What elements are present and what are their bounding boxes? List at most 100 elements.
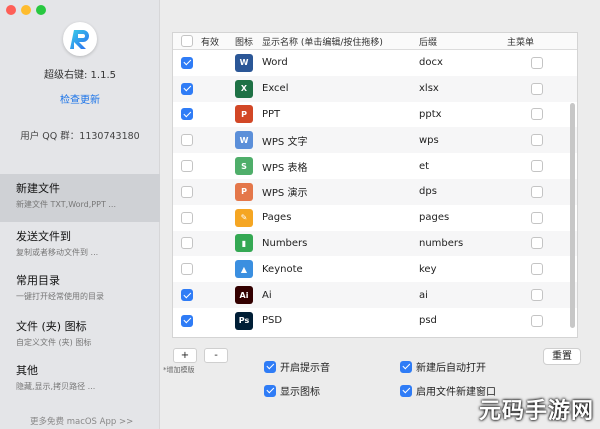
nav-item-common-dirs[interactable]: 常用目录 一键打开经常使用的目录 — [0, 266, 160, 314]
row-name[interactable]: Pages — [259, 212, 419, 223]
row-main-menu-cell — [507, 185, 567, 198]
window-controls — [6, 5, 46, 15]
table-scrollbar[interactable] — [570, 103, 575, 328]
remove-template-button[interactable]: - — [204, 348, 228, 363]
option-auto-open-checkbox[interactable] — [400, 360, 412, 373]
nav-item-folder-icon[interactable]: 文件 (夹) 图标 自定义文件 (夹) 图标 — [0, 312, 160, 360]
row-main-menu-cell — [507, 263, 567, 276]
option-auto-open[interactable]: 新建后自动打开 — [400, 359, 486, 374]
row-main-menu-checkbox[interactable] — [531, 211, 543, 224]
row-enabled-checkbox[interactable] — [181, 82, 193, 95]
option-sound[interactable]: 开启提示音 — [264, 359, 330, 374]
row-name[interactable]: Ai — [259, 290, 419, 301]
row-main-menu-cell — [507, 108, 567, 121]
row-enabled-cell — [173, 82, 201, 95]
row-name[interactable]: Numbers — [259, 238, 419, 249]
row-name[interactable]: WPS 文字 — [259, 133, 419, 148]
nav-item-other[interactable]: 其他 隐藏,显示,拷贝路径 ... — [0, 356, 160, 404]
row-main-menu-checkbox[interactable] — [531, 237, 543, 250]
table-row[interactable]: W WPS 文字 wps — [173, 127, 577, 154]
row-suffix: wps — [419, 134, 439, 146]
more-apps-link[interactable]: 更多免费 macOS App >> — [30, 415, 133, 427]
row-name[interactable]: WPS 表格 — [259, 159, 419, 174]
add-template-button[interactable]: + — [173, 348, 197, 363]
row-enabled-checkbox[interactable] — [181, 185, 193, 198]
table-row[interactable]: W Word docx — [173, 50, 577, 76]
row-name[interactable]: Keynote — [259, 264, 419, 275]
row-icon-cell: Ps — [229, 311, 259, 330]
word-icon: W — [235, 53, 253, 72]
row-suffix: pages — [419, 212, 450, 224]
row-name[interactable]: Word — [259, 57, 419, 68]
row-main-menu-checkbox[interactable] — [531, 160, 543, 173]
table-row[interactable]: P WPS 演示 dps — [173, 178, 577, 205]
nav-title: 常用目录 — [16, 274, 60, 287]
table-row[interactable]: Ai Ai ai — [173, 282, 577, 308]
row-main-menu-cell — [507, 56, 567, 69]
row-name[interactable]: Excel — [259, 83, 419, 94]
select-all-checkbox[interactable] — [181, 35, 193, 47]
nav-item-new-file[interactable]: 新建文件 新建文件 TXT,Word,PPT ... — [0, 174, 160, 222]
wps-present-icon: P — [235, 182, 253, 201]
nav-subtitle: 复制或者移动文件到 ... — [16, 248, 99, 257]
watermark: 元码手游网 — [478, 399, 594, 424]
row-enabled-cell — [173, 108, 201, 121]
row-main-menu-checkbox[interactable] — [531, 56, 543, 69]
header-main-menu: 主菜单 — [507, 37, 535, 48]
row-icon-cell: X — [229, 79, 259, 98]
row-main-menu-checkbox[interactable] — [531, 263, 543, 276]
row-enabled-checkbox[interactable] — [181, 314, 193, 327]
nav-subtitle: 一键打开经常使用的目录 — [16, 292, 104, 301]
keynote-icon: ▲ — [235, 260, 253, 279]
row-enabled-cell — [173, 134, 201, 147]
app-version: 超级右键: 1.1.5 — [44, 70, 116, 81]
zoom-window-button[interactable] — [36, 5, 46, 15]
minimize-window-button[interactable] — [21, 5, 31, 15]
row-enabled-checkbox[interactable] — [181, 211, 193, 224]
table-row[interactable]: ▲ Keynote key — [173, 256, 577, 282]
table-body: W Word docx X Excel xlsx P PPT pptx W WPS 文字 wps S WP… — [173, 50, 577, 334]
table-row[interactable]: ▮ Numbers numbers — [173, 230, 577, 257]
row-enabled-cell — [173, 211, 201, 224]
row-main-menu-checkbox[interactable] — [531, 314, 543, 327]
row-enabled-checkbox[interactable] — [181, 289, 193, 302]
row-enabled-checkbox[interactable] — [181, 134, 193, 147]
row-main-menu-checkbox[interactable] — [531, 289, 543, 302]
row-icon-cell: ✎ — [229, 208, 259, 227]
row-enabled-checkbox[interactable] — [181, 160, 193, 173]
row-enabled-checkbox[interactable] — [181, 263, 193, 276]
header-icon: 图标 — [234, 37, 253, 48]
row-name[interactable]: WPS 演示 — [259, 184, 419, 199]
row-enabled-checkbox[interactable] — [181, 108, 193, 121]
row-name[interactable]: PPT — [259, 109, 419, 120]
row-icon-cell: W — [229, 53, 259, 72]
table-row[interactable]: X Excel xlsx — [173, 75, 577, 102]
row-main-menu-checkbox[interactable] — [531, 108, 543, 121]
row-main-menu-cell — [507, 314, 567, 327]
table-row[interactable]: Ps PSD psd — [173, 308, 577, 334]
nav-item-send-to[interactable]: 发送文件到 复制或者移动文件到 ... — [0, 222, 160, 270]
check-update-link[interactable]: 检查更新 — [0, 91, 160, 106]
photoshop-icon: Ps — [235, 311, 253, 330]
table-row[interactable]: S WPS 表格 et — [173, 153, 577, 179]
row-name[interactable]: PSD — [259, 315, 419, 326]
option-show-icon-checkbox[interactable] — [264, 384, 276, 397]
reset-button[interactable]: 重置 — [543, 348, 581, 365]
row-suffix: dps — [419, 186, 437, 198]
row-suffix: psd — [419, 315, 437, 327]
powerpoint-icon: P — [235, 105, 253, 124]
row-main-menu-cell — [507, 160, 567, 173]
option-show-icon[interactable]: 显示图标 — [264, 383, 320, 398]
row-main-menu-checkbox[interactable] — [531, 134, 543, 147]
row-main-menu-checkbox[interactable] — [531, 82, 543, 95]
option-sound-checkbox[interactable] — [264, 360, 276, 373]
close-window-button[interactable] — [6, 5, 16, 15]
row-icon-cell: P — [229, 182, 259, 201]
table-row[interactable]: ✎ Pages pages — [173, 205, 577, 231]
row-enabled-checkbox[interactable] — [181, 237, 193, 250]
table-row[interactable]: P PPT pptx — [173, 102, 577, 128]
option-new-window-checkbox[interactable] — [400, 384, 412, 397]
row-main-menu-checkbox[interactable] — [531, 185, 543, 198]
wps-sheet-icon: S — [235, 157, 253, 176]
row-enabled-checkbox[interactable] — [181, 56, 193, 69]
